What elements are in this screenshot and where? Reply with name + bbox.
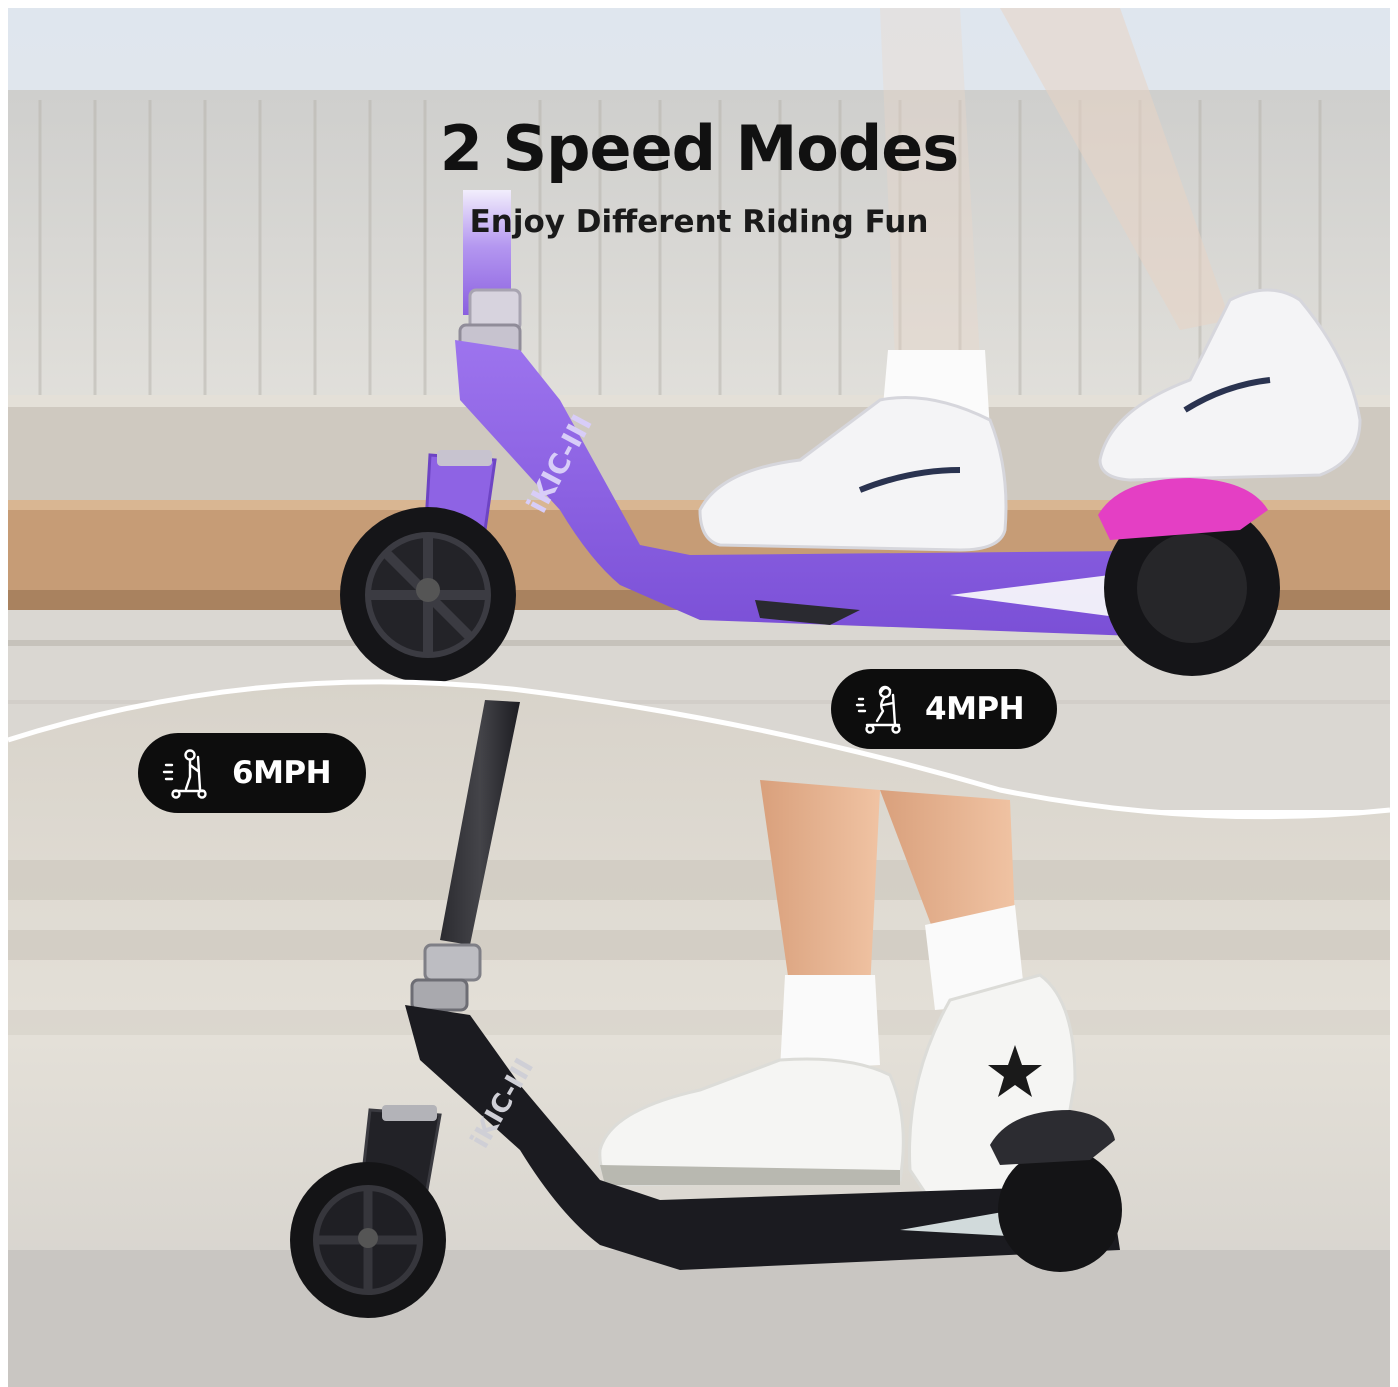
page-title: 2 Speed Modes bbox=[439, 112, 959, 185]
scooter-rider-icon bbox=[162, 749, 207, 799]
speed-badge-slow: 4MPH bbox=[831, 669, 1057, 749]
scooter-rider-icon bbox=[855, 685, 901, 734]
product-banner: iKIC-III iKIC-III 2 Speed Modes Enjoy Di… bbox=[0, 0, 1398, 1387]
speed-badge-slow-label: 4MPH bbox=[925, 691, 1025, 727]
page-subtitle: Enjoy Different Riding Fun bbox=[469, 204, 929, 240]
speed-badge-fast-label: 6MPH bbox=[232, 755, 332, 791]
speed-badge-fast: 6MPH bbox=[138, 733, 366, 813]
